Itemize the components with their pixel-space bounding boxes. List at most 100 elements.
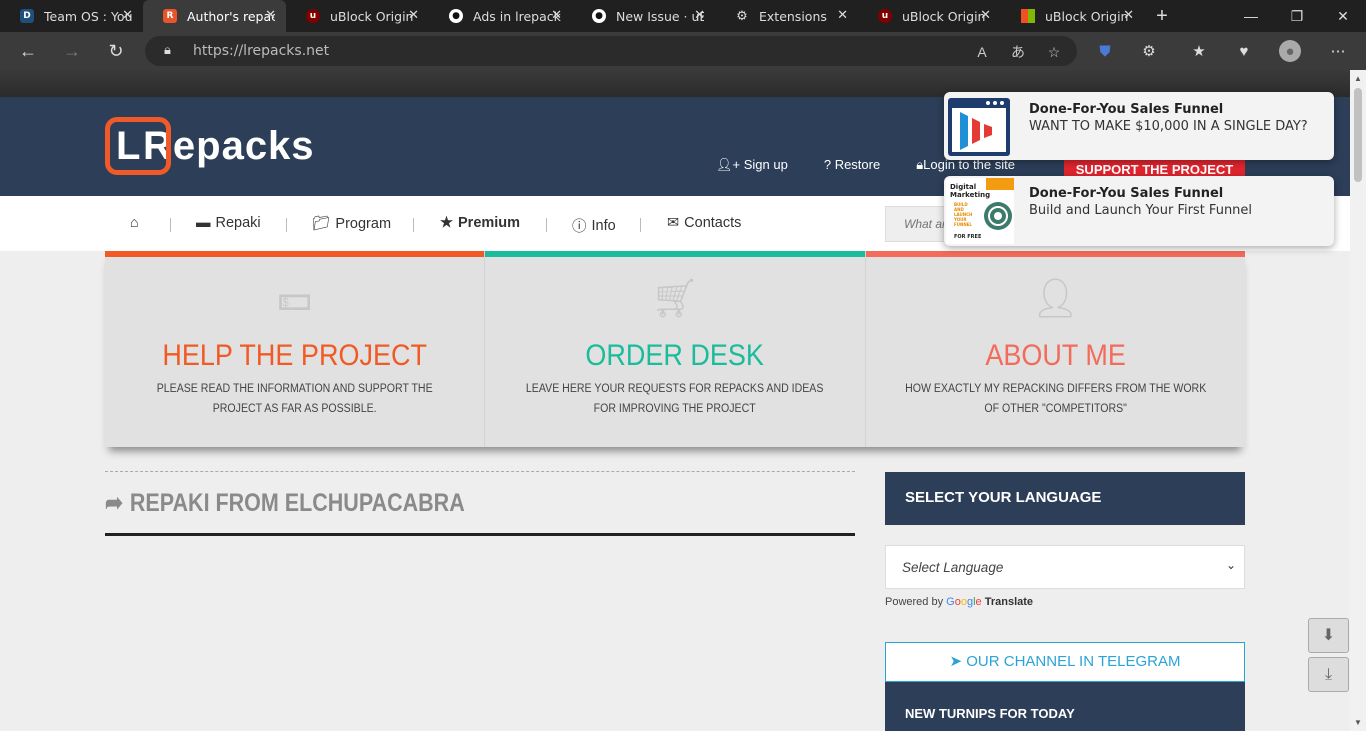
section-heading: ➦ REPAKI FROM ELCHUPACABRA — [105, 488, 465, 518]
card-accent-bar — [105, 251, 485, 257]
push-notification[interactable]: Digital Marketing BUILD AND LAUNCH YOUR … — [944, 176, 1334, 246]
card-accent-bar — [865, 251, 1245, 257]
maximize-icon[interactable]: ❐ — [1274, 0, 1320, 32]
github-favicon-icon: ● — [449, 9, 463, 23]
window-controls: — ❐ ✕ — [1228, 0, 1366, 32]
new-turnips-heading: NEW TURNIPS FOR TODAY — [885, 682, 1245, 731]
signup-link[interactable]: 👤︎+ Sign up — [716, 157, 788, 173]
google-logo[interactable]: Google — [946, 596, 982, 608]
close-icon[interactable]: ✕ — [837, 8, 848, 23]
tab-ublock-origin[interactable]: u uBlock Origin ✕ — [286, 0, 429, 32]
browser-toolbar: ← → ↻ 🔒︎ https://lrepacks.net A あ ☆ ⛊ ⚙ … — [0, 32, 1366, 70]
lrepacks-favicon-icon: R — [163, 9, 177, 23]
feature-cards: 💵︎ HELP THE PROJECT PLEASE READ THE INFO… — [105, 251, 1245, 447]
health-icon[interactable]: ♥ — [1231, 38, 1257, 64]
question-icon: ? — [823, 157, 832, 172]
folder-icon: 📁︎ — [312, 216, 331, 232]
close-icon[interactable]: ✕ — [122, 8, 133, 23]
card-help-project[interactable]: 💵︎ HELP THE PROJECT PLEASE READ THE INFO… — [105, 251, 486, 447]
forward-arrow-icon[interactable]: → — [59, 38, 85, 64]
section-underline — [105, 533, 855, 536]
card-order-desk[interactable]: 🛒︎ ORDER DESK LEAVE HERE YOUR REQUESTS F… — [485, 251, 866, 447]
language-select[interactable]: Select Language ⌄ — [885, 545, 1245, 589]
telegram-channel-button[interactable]: ➤ OUR CHANNEL IN TELEGRAM — [885, 642, 1245, 682]
tab-title: Team OS : Your — [44, 8, 132, 24]
logo-mark: L — [105, 117, 171, 175]
shopping-cart-icon: 🛒︎ — [650, 278, 700, 320]
svg-text:FUNNEL: FUNNEL — [954, 222, 972, 227]
share-arrow-icon: ➦ — [105, 489, 124, 517]
puzzle-piece-icon: ⚙ — [736, 8, 748, 24]
home-icon[interactable]: ⌂ — [130, 215, 139, 231]
star-icon: ★ — [440, 215, 453, 231]
scrollbar-thumb[interactable] — [1354, 88, 1362, 182]
close-icon[interactable]: ✕ — [408, 8, 419, 23]
scroll-up-arrow-icon[interactable]: ▲ — [1354, 74, 1362, 83]
notification-title: Done-For-You Sales Funnel — [1029, 102, 1224, 117]
tab-title: Ads in lrepacks — [473, 8, 561, 24]
menu-divider — [413, 218, 414, 232]
menu-item-premium[interactable]: ★ Premium — [440, 215, 520, 231]
notification-body: WANT TO MAKE $10,000 IN A SINGLE DAY? — [1029, 119, 1308, 134]
refresh-icon[interactable]: ↻ — [103, 38, 129, 64]
menu-item-info[interactable]: ⓘ Info — [572, 215, 616, 236]
tab-new-issue[interactable]: ● New Issue · uB ✕ — [572, 0, 715, 32]
github-favicon-icon: ● — [592, 9, 606, 23]
card-about-me[interactable]: 👤︎ ABOUT ME HOW EXACTLY MY REPACKING DIF… — [865, 251, 1245, 447]
new-tab-button[interactable]: + — [1144, 0, 1180, 32]
close-icon[interactable]: ✕ — [980, 8, 991, 23]
scroll-down-button[interactable]: ⬇ — [1308, 618, 1349, 653]
extensions-icon[interactable]: ⚙ — [1136, 38, 1162, 64]
menu-item-program[interactable]: 📁︎ Program — [312, 215, 391, 233]
translate-icon[interactable]: あ — [1007, 42, 1029, 62]
scroll-bottom-button[interactable]: ⤓ — [1308, 657, 1349, 692]
info-icon: ⓘ — [572, 219, 587, 235]
profile-avatar-icon[interactable]: ● — [1279, 40, 1301, 62]
user-plus-icon: 👤︎+ — [716, 157, 741, 172]
tab-extensions[interactable]: ⚙ Extensions ✕ — [715, 0, 858, 32]
close-icon[interactable]: ✕ — [265, 8, 276, 23]
close-window-icon[interactable]: ✕ — [1320, 0, 1366, 32]
google-translate-credit: Powered by Google Translate — [885, 596, 1034, 608]
menu-item-repaki[interactable]: ▬ Repaki — [196, 215, 261, 231]
tab-title: uBlock Origin — [902, 8, 986, 24]
more-menu-icon[interactable]: ⋯ — [1325, 38, 1351, 64]
tab-title: New Issue · uB — [616, 8, 704, 24]
scroll-down-arrow-icon[interactable]: ▼ — [1354, 718, 1362, 727]
menu-item-contacts[interactable]: ✉ Contacts — [667, 215, 741, 231]
url-text[interactable]: https://lrepacks.net — [193, 43, 329, 59]
funnel-ad-image: Digital Marketing BUILD AND LAUNCH YOUR … — [946, 178, 1014, 246]
team-os-favicon-icon: D — [20, 9, 34, 23]
card-description: PLEASE READ THE INFORMATION AND SUPPORT … — [156, 383, 433, 415]
card-description: HOW EXACTLY MY REPACKING DIFFERS FROM TH… — [904, 383, 1206, 415]
tab-title: uBlock Origin — [330, 8, 414, 24]
tab-team-os[interactable]: D Team OS : Your ✕ — [0, 0, 143, 32]
close-icon[interactable]: ✕ — [551, 8, 562, 23]
chevron-down-icon: ⌄ — [1225, 558, 1236, 572]
add-favorite-icon[interactable]: ☆ — [1043, 42, 1065, 62]
close-icon[interactable]: ✕ — [694, 8, 705, 23]
favorites-icon[interactable]: ★ — [1186, 38, 1212, 64]
tab-title: Extensions — [759, 8, 827, 24]
translate-link[interactable]: Translate — [985, 596, 1033, 608]
svg-text:Marketing: Marketing — [950, 191, 990, 199]
user-icon: 👤︎ — [1031, 278, 1080, 320]
tab-ublock-origin-3[interactable]: uBlock Origin ✕ — [1001, 0, 1144, 32]
svg-text:FOR FREE: FOR FREE — [954, 234, 982, 240]
page-scrollbar[interactable]: ▲ ▼ — [1350, 70, 1366, 731]
restore-link[interactable]: ? Restore — [824, 157, 880, 173]
card-title: HELP THE PROJECT — [162, 339, 427, 372]
lock-icon[interactable]: 🔒︎ — [164, 42, 171, 58]
back-arrow-icon[interactable]: ← — [15, 38, 41, 64]
read-aloud-icon[interactable]: A — [971, 42, 993, 62]
push-notification[interactable]: Done-For-You Sales Funnel WANT TO MAKE $… — [944, 92, 1334, 160]
bitwarden-icon[interactable]: ⛊ — [1092, 38, 1118, 64]
site-logo[interactable]: L Repacks — [105, 117, 315, 175]
tab-ads-in-lrepacks[interactable]: ● Ads in lrepacks ✕ — [429, 0, 572, 32]
minimize-icon[interactable]: — — [1228, 0, 1274, 32]
menu-divider — [640, 218, 641, 232]
tab-ublock-origin-2[interactable]: u uBlock Origin ✕ — [858, 0, 1001, 32]
close-icon[interactable]: ✕ — [1123, 8, 1134, 23]
tab-authors-repack[interactable]: R Author's repack ✕ — [143, 0, 286, 32]
address-bar[interactable]: 🔒︎ https://lrepacks.net A あ ☆ — [145, 36, 1077, 66]
